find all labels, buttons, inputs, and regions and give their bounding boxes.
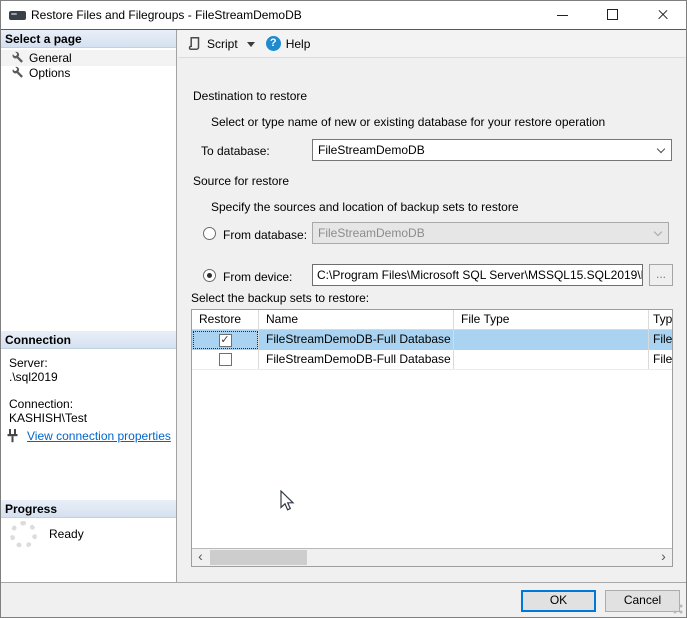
- restore-checkbox[interactable]: [219, 353, 232, 366]
- scrollbar-thumb[interactable]: [210, 550, 307, 565]
- wrench-icon: [11, 51, 24, 64]
- source-hint: Specify the sources and location of back…: [211, 200, 519, 214]
- title-bar: Restore Files and Filegroups - FileStrea…: [1, 1, 686, 30]
- backup-name-cell: FileStreamDemoDB-Full Database B...: [259, 350, 454, 369]
- restore-dialog: Restore Files and Filegroups - FileStrea…: [0, 0, 687, 618]
- to-database-value: FileStreamDemoDB: [318, 143, 425, 157]
- progress-status: Ready: [49, 527, 84, 541]
- left-panel: Select a page General Options Connection…: [1, 30, 177, 582]
- horizontal-scrollbar[interactable]: ‹ ›: [192, 548, 672, 566]
- select-page-header: Select a page: [1, 30, 176, 48]
- type-cell: Fileg: [649, 350, 672, 369]
- chevron-down-icon: [657, 145, 665, 153]
- help-button[interactable]: Help: [286, 37, 311, 51]
- connection-header: Connection: [1, 331, 176, 349]
- from-device-label: From device:: [223, 270, 292, 284]
- window-title: Restore Files and Filegroups - FileStrea…: [31, 8, 302, 22]
- from-database-radio[interactable]: [203, 227, 216, 240]
- ok-button[interactable]: OK: [521, 590, 596, 612]
- from-database-value: FileStreamDemoDB: [318, 226, 425, 240]
- mouse-cursor: [280, 490, 296, 514]
- resize-grip[interactable]: [673, 604, 683, 614]
- scroll-left-icon[interactable]: ‹: [192, 549, 209, 566]
- server-label: Server:: [9, 356, 48, 370]
- progress-spinner-icon: [10, 521, 37, 548]
- connection-properties-icon: [6, 429, 22, 443]
- type-cell: Fileg: [649, 330, 672, 350]
- from-device-input[interactable]: C:\Program Files\Microsoft SQL Server\MS…: [312, 264, 643, 286]
- minimize-button[interactable]: [546, 1, 580, 29]
- backup-sets-grid: Restore Name File Type Type ✓ FileStream…: [191, 309, 673, 567]
- close-button[interactable]: [646, 1, 680, 29]
- connection-label: Connection:: [9, 397, 73, 411]
- from-database-label: From database:: [223, 228, 307, 242]
- browse-button[interactable]: ...: [649, 264, 673, 286]
- from-device-radio[interactable]: [203, 269, 216, 282]
- script-dropdown-icon[interactable]: [247, 42, 255, 47]
- column-header-name[interactable]: Name: [259, 310, 454, 329]
- wrench-icon: [11, 66, 24, 79]
- toolbar: Script ? Help: [178, 30, 686, 58]
- destination-section-title: Destination to restore: [193, 89, 307, 103]
- file-type-cell: [454, 330, 649, 350]
- sidebar-item-options[interactable]: Options: [1, 65, 176, 81]
- restore-database-icon: [9, 10, 27, 22]
- column-header-restore[interactable]: Restore: [192, 310, 259, 329]
- backup-sets-label: Select the backup sets to restore:: [191, 291, 369, 305]
- script-icon: [188, 36, 202, 51]
- column-header-type[interactable]: Type: [649, 310, 672, 329]
- file-type-cell: [454, 350, 649, 369]
- scroll-right-icon[interactable]: ›: [655, 549, 672, 566]
- restore-checkbox[interactable]: ✓: [219, 334, 232, 347]
- check-icon: ✓: [220, 334, 229, 346]
- column-header-file-type[interactable]: File Type: [454, 310, 649, 329]
- footer-divider: [1, 582, 686, 583]
- script-button[interactable]: Script: [207, 37, 238, 51]
- sidebar-item-label: General: [29, 51, 72, 65]
- sidebar-item-general[interactable]: General: [1, 50, 176, 66]
- cancel-button[interactable]: Cancel: [605, 590, 680, 612]
- maximize-icon: [607, 9, 618, 20]
- to-database-combobox[interactable]: FileStreamDemoDB: [312, 139, 672, 161]
- connection-value: KASHISH\Test: [9, 411, 87, 425]
- to-database-label: To database:: [201, 144, 270, 158]
- sidebar-item-label: Options: [29, 66, 70, 80]
- progress-header: Progress: [1, 500, 176, 518]
- table-row[interactable]: ✓ FileStreamDemoDB-Full Database B... Fi…: [192, 330, 672, 350]
- maximize-button[interactable]: [596, 1, 630, 29]
- minimize-icon: [557, 15, 568, 16]
- grid-header-row: Restore Name File Type Type: [192, 310, 672, 330]
- server-value: .\sql2019: [9, 370, 58, 384]
- view-connection-properties-link[interactable]: View connection properties: [27, 429, 171, 443]
- source-section-title: Source for restore: [193, 174, 289, 188]
- destination-hint: Select or type name of new or existing d…: [211, 115, 605, 129]
- from-database-combobox: FileStreamDemoDB: [312, 222, 669, 244]
- backup-name-cell: FileStreamDemoDB-Full Database B...: [259, 330, 454, 350]
- table-row[interactable]: FileStreamDemoDB-Full Database B... File…: [192, 350, 672, 370]
- from-device-path: C:\Program Files\Microsoft SQL Server\MS…: [317, 268, 643, 282]
- help-icon: ?: [266, 36, 281, 51]
- chevron-down-icon: [654, 228, 662, 236]
